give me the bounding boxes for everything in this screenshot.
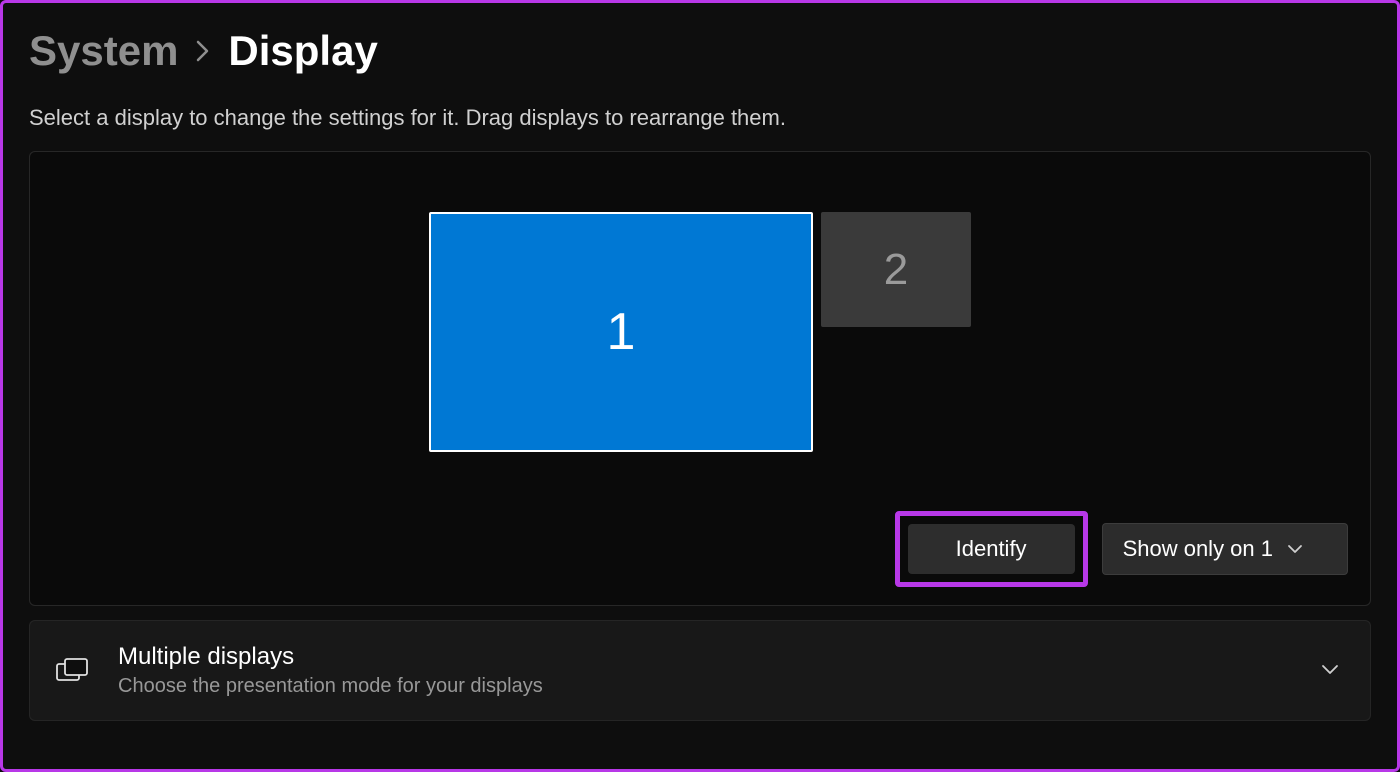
- breadcrumb: System Display: [29, 27, 1371, 75]
- chevron-down-icon: [1287, 541, 1303, 557]
- monitor-1[interactable]: 1: [429, 212, 813, 452]
- display-arrangement-area: 1 2 Identify Show only on 1: [29, 151, 1371, 606]
- page-description: Select a display to change the settings …: [29, 105, 1371, 131]
- monitor-2[interactable]: 2: [821, 212, 971, 327]
- displays-icon: [56, 658, 90, 684]
- identify-button[interactable]: Identify: [908, 524, 1075, 574]
- page-title: Display: [228, 27, 377, 75]
- breadcrumb-parent[interactable]: System: [29, 27, 178, 75]
- chevron-down-icon: [1320, 662, 1340, 680]
- arrangement-actions: Identify Show only on 1: [895, 511, 1348, 587]
- display-mode-label: Show only on 1: [1123, 536, 1273, 562]
- setting-title: Multiple displays: [118, 643, 1292, 671]
- display-mode-select[interactable]: Show only on 1: [1102, 523, 1348, 575]
- setting-subtitle: Choose the presentation mode for your di…: [118, 675, 1292, 698]
- annotation-highlight: Identify: [895, 511, 1088, 587]
- multiple-displays-row[interactable]: Multiple displays Choose the presentatio…: [29, 620, 1371, 721]
- setting-text: Multiple displays Choose the presentatio…: [118, 643, 1292, 698]
- chevron-right-icon: [196, 40, 210, 69]
